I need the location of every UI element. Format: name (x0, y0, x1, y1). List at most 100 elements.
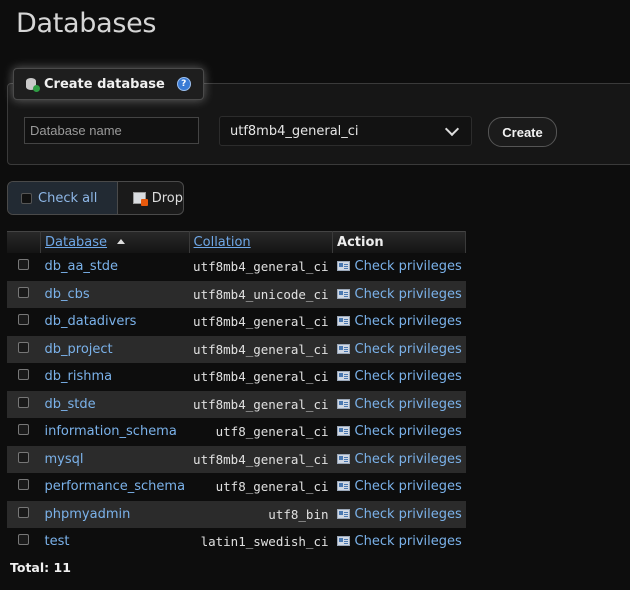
check-privileges-link[interactable]: Check privileges (333, 473, 466, 501)
privileges-icon (336, 481, 350, 492)
row-checkbox[interactable] (18, 314, 30, 326)
check-privileges-link[interactable]: Check privileges (332, 445, 466, 473)
database-cell: mysql (40, 445, 190, 473)
row-checkbox[interactable] (18, 534, 30, 546)
table-row: db_datadivers utf8mb4_general_ci Check pri… (7, 308, 466, 336)
collation-cell: utf8mb4_general_ci (193, 314, 329, 330)
table-row: information_schema utf8_general_ci Check p… (7, 418, 466, 446)
collation-cell: utf8_bin (189, 500, 333, 528)
collation-selected-value: utf8mb4_general_ci (230, 123, 359, 139)
check-privileges-label: Check privileges (354, 451, 462, 467)
table-row: performance_schema utf8_general_ci Check p… (7, 473, 466, 501)
table-row: db_rishma utf8mb4_general_ci Check privile… (7, 363, 466, 391)
collation-cell: utf8mb4_general_ci (189, 390, 333, 418)
database-link[interactable]: db_aa_stde (45, 259, 119, 274)
action-column-header: Action (332, 231, 467, 253)
database-cell: db_project (40, 335, 190, 363)
check-privileges-link[interactable]: Check privileges (333, 308, 466, 336)
row-checkbox[interactable] (18, 479, 30, 491)
check-privileges-link[interactable]: Check privileges (332, 335, 466, 363)
collation-cell: utf8mb4_general_ci (193, 259, 329, 275)
row-checkbox[interactable] (18, 259, 30, 271)
database-cell: db_rishma (41, 363, 190, 391)
row-select-cell (7, 390, 41, 418)
row-checkbox[interactable] (18, 506, 30, 518)
check-privileges-link[interactable]: Check privileges (333, 528, 466, 556)
legend-label: Create database (44, 76, 165, 92)
database-link[interactable]: db_rishma (45, 369, 113, 384)
row-select-cell (7, 253, 41, 281)
database-link[interactable]: db_project (45, 342, 113, 357)
database-link[interactable]: db_cbs (45, 287, 90, 302)
privileges-icon (336, 288, 350, 299)
row-select-cell (7, 363, 41, 391)
database-header-label[interactable]: Database (45, 235, 107, 250)
database-link[interactable]: mysql (45, 452, 84, 467)
table-row: db_stde utf8mb4_general_ci Check privilege… (7, 390, 466, 418)
collation-column-header[interactable]: Collation (189, 231, 334, 253)
database-column-header[interactable]: Database (40, 231, 190, 253)
check-all-checkbox[interactable] (21, 192, 32, 204)
create-database-legend: Create database ? (13, 68, 204, 100)
row-select-cell (7, 418, 41, 446)
privileges-icon (336, 261, 350, 272)
table-row: db_aa_stde utf8mb4_general_ci Check privil… (7, 253, 466, 281)
check-privileges-link[interactable]: Check privileges (332, 280, 466, 308)
drop-icon (132, 192, 148, 206)
table-row: db_cbs utf8mb4_unicode_ci Check privileges (7, 280, 466, 308)
create-button[interactable]: Create (488, 117, 557, 147)
privileges-icon (336, 371, 350, 382)
check-all-button[interactable]: Check all (8, 182, 118, 214)
check-privileges-label: Check privileges (354, 396, 462, 412)
check-privileges-link[interactable]: Check privileges (332, 500, 466, 528)
collation-cell: utf8_general_ci (215, 424, 329, 440)
row-checkbox[interactable] (18, 369, 30, 381)
row-checkbox[interactable] (18, 341, 30, 353)
row-select-cell (7, 500, 41, 528)
row-checkbox[interactable] (18, 396, 30, 408)
database-cell: test (41, 528, 190, 556)
collation-cell: utf8mb4_general_ci (193, 369, 329, 385)
check-privileges-link[interactable]: Check privileges (332, 390, 466, 418)
row-checkbox[interactable] (18, 424, 30, 436)
database-link[interactable]: db_stde (45, 397, 96, 412)
page-title: Databases (16, 8, 157, 39)
check-privileges-link[interactable]: Check privileges (333, 253, 466, 281)
database-link[interactable]: test (45, 534, 70, 549)
database-link[interactable]: performance_schema (45, 479, 186, 494)
database-cell: db_cbs (40, 280, 190, 308)
check-privileges-label: Check privileges (354, 259, 462, 275)
check-privileges-link[interactable]: Check privileges (333, 418, 466, 446)
row-checkbox[interactable] (18, 451, 30, 463)
check-privileges-label: Check privileges (354, 479, 462, 495)
privileges-icon (336, 453, 350, 464)
table-row: test latin1_swedish_ci Check privileges (7, 528, 466, 556)
database-link[interactable]: information_schema (45, 424, 177, 439)
databases-table: Database Collation Action db_aa_stde utf8… (7, 231, 467, 556)
table-row: db_project utf8mb4_general_ci Check privil… (7, 335, 466, 363)
database-link[interactable]: db_datadivers (45, 314, 137, 329)
privileges-icon (336, 343, 350, 354)
database-cell: information_schema (41, 418, 190, 446)
help-icon[interactable]: ? (176, 77, 191, 91)
row-select-cell (7, 308, 41, 336)
collation-select[interactable]: utf8mb4_general_ci (219, 116, 472, 146)
database-link[interactable]: phpmyadmin (45, 507, 131, 522)
row-select-cell (7, 280, 41, 308)
check-privileges-link[interactable]: Check privileges (333, 363, 466, 391)
database-name-input[interactable] (24, 117, 199, 144)
bulk-actions: Check all Drop (7, 181, 184, 215)
collation-cell: utf8mb4_general_ci (189, 445, 333, 473)
database-cell: db_stde (40, 390, 190, 418)
database-cell: phpmyadmin (40, 500, 190, 528)
total-count: Total: 11 (10, 560, 71, 575)
privileges-icon (336, 426, 350, 437)
database-cell: performance_schema (41, 473, 190, 501)
drop-button[interactable]: Drop (118, 182, 183, 214)
check-privileges-label: Check privileges (354, 341, 462, 357)
select-column-header (7, 231, 41, 253)
check-privileges-label: Check privileges (354, 534, 462, 550)
table-row: mysql utf8mb4_general_ci Check privileges (7, 445, 466, 473)
row-checkbox[interactable] (18, 286, 30, 298)
table-row: phpmyadmin utf8_bin Check privileges (7, 500, 466, 528)
